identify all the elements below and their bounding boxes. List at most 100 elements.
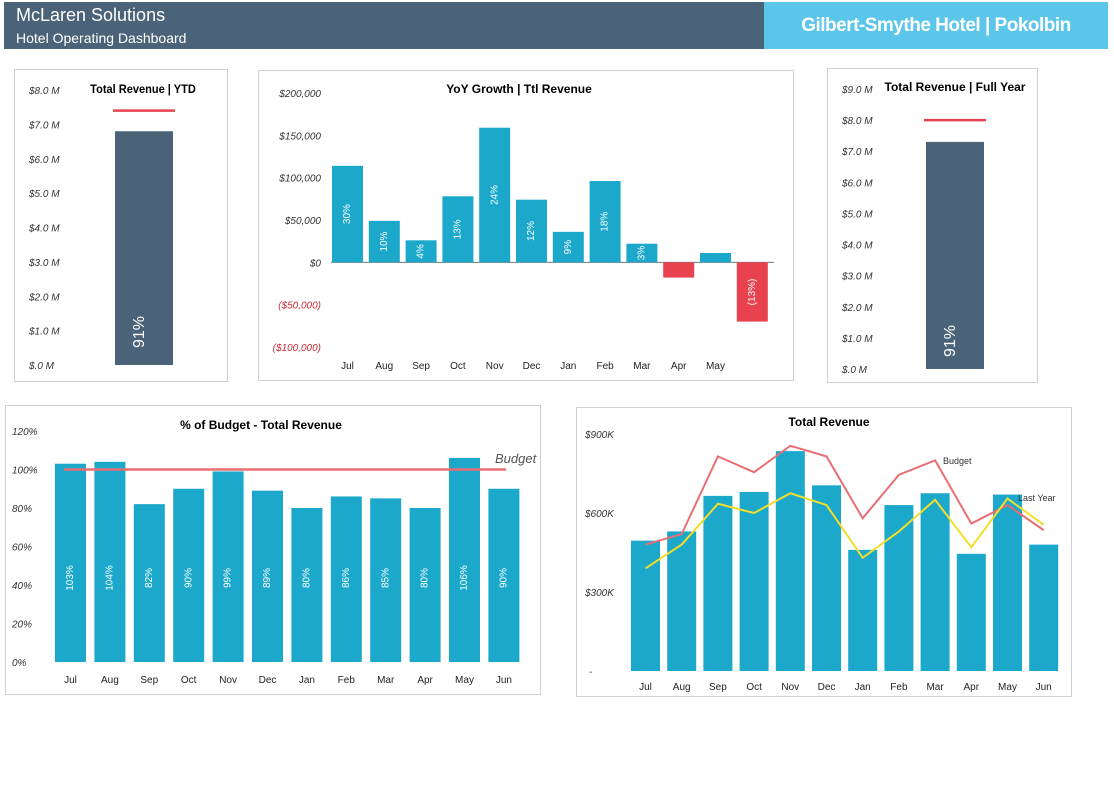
total-revenue-x-label: Feb [890,682,908,693]
yoy-y-tick: $200,000 [278,89,321,100]
budget-percent-x-label: Aug [101,675,119,686]
yoy-x-label: Jul [341,361,354,372]
total-revenue-panel: Total Revenue $900K $600K $300K - Budget Last… [576,407,1072,697]
ytd-y-tick: $2.0 M [28,292,60,303]
yoy-x-label: Sep [412,361,430,372]
yoy-y-tick: $100,000 [278,174,321,185]
budget-percent-bar-label: 103% [65,565,76,591]
total-revenue-x-label: Jan [855,682,871,693]
yoy-bar-label: 13% [453,219,464,239]
budget-percent-bar [212,471,244,662]
fullyear-y-tick: $6.0 M [841,178,873,189]
total-revenue-bar [812,485,841,671]
ytd-y-tick: $4.0 M [28,224,60,235]
fullyear-chart-title: Total Revenue | Full Year [885,80,1026,94]
ytd-y-tick: $.0 M [28,361,55,372]
total-revenue-budget-label: Budget [943,456,972,466]
budget-percent-y-tick: 20% [11,620,32,631]
ytd-revenue-panel: Total Revenue | YTD $8.0 M $7.0 M $6.0 M $5… [14,69,228,382]
budget-percent-panel: % of Budget - Total Revenue 120% 100% 80% 6… [5,405,541,695]
budget-percent-bar-label: 99% [223,568,234,588]
yoy-bar-label: 12% [526,221,537,241]
yoy-bar [663,262,695,278]
budget-percent-y-tick: 0% [12,658,27,669]
total-revenue-bar [920,493,950,671]
yoy-bar-label: 30% [342,204,353,224]
budget-percent-bar-label: 90% [499,568,510,588]
yoy-x-label: Aug [375,361,393,372]
total-revenue-x-label: Jul [639,682,652,693]
ytd-y-tick: $3.0 M [28,258,60,269]
fullyear-y-tick: $5.0 M [841,209,873,220]
fullyear-y-tick: $3.0 M [841,272,873,283]
budget-percent-x-label: Nov [219,675,237,686]
yoy-y-tick: $0 [309,258,322,269]
budget-percent-y-tick: 40% [12,581,32,592]
total-revenue-x-label: Jun [1036,682,1052,693]
budget-percent-y-tick: 100% [12,466,38,477]
yoy-bar-label: 3% [637,246,648,261]
budget-percent-x-label: Feb [338,675,356,686]
total-revenue-bar [703,495,733,671]
total-revenue-lastyear-label: Last Year [1018,493,1056,503]
budget-percent-bar-label: 104% [105,565,116,591]
ytd-bar-label: 91% [131,316,148,348]
yoy-y-tick: $150,000 [278,131,321,142]
yoy-y-tick: $50,000 [284,216,322,227]
fullyear-y-tick: $7.0 M [841,147,873,158]
fullyear-y-tick: $9.0 M [841,85,873,96]
total-revenue-y-tick: $600K [584,509,615,520]
budget-percent-x-label: Oct [181,675,197,686]
total-revenue-x-label: Mar [926,682,944,693]
fullyear-revenue-chart: Total Revenue | Full Year $9.0 M $8.0 M $7… [841,80,1026,376]
budget-percent-bar-label: 80% [420,568,431,588]
fullyear-y-tick: $1.0 M [841,334,873,345]
budget-percent-title: % of Budget - Total Revenue [180,418,342,432]
total-revenue-bar [775,451,805,671]
budget-percent-x-label: Mar [377,675,395,686]
total-revenue-title: Total Revenue [788,415,869,429]
yoy-bar-label: 10% [379,231,390,251]
budget-percent-bar [55,463,86,662]
ytd-chart-title: Total Revenue | YTD [90,84,196,96]
total-revenue-y-tick: - [589,667,593,678]
yoy-chart-title: YoY Growth | Ttl Revenue [446,82,592,96]
yoy-growth-panel: YoY Growth | Ttl Revenue $200,000 $150,00… [258,70,794,381]
total-revenue-y-tick: $900K [584,430,615,441]
yoy-bar-label: 18% [600,212,611,232]
yoy-bar-label: 9% [563,240,574,255]
total-revenue-x-label: Aug [673,682,691,693]
yoy-bar [700,253,731,263]
budget-percent-bar-label: 85% [380,568,391,588]
yoy-x-label: Jan [560,361,576,372]
total-revenue-y-tick: $300K [584,588,615,599]
total-revenue-bar [993,494,1022,671]
total-revenue-x-label: Dec [818,682,836,693]
total-revenue-bar [848,549,878,671]
total-revenue-x-label: May [998,682,1017,693]
budget-percent-x-label: Jun [496,675,512,686]
total-revenue-bar [1029,544,1059,671]
yoy-growth-chart: YoY Growth | Ttl Revenue $200,000 $150,00… [273,82,774,372]
fullyear-y-tick: $8.0 M [841,116,873,127]
fullyear-bar-label: 91% [942,325,959,357]
total-revenue-bar [956,553,986,671]
yoy-x-label: Mar [633,361,651,372]
yoy-bar-label: (13%) [747,279,758,306]
header-bar: McLaren Solutions Hotel Operating Dashbo… [4,2,764,49]
ytd-y-tick: $6.0 M [28,155,60,166]
yoy-x-label: Dec [523,361,541,372]
budget-percent-bar-label: 86% [341,568,352,588]
yoy-x-label: Apr [671,361,687,372]
yoy-y-tick: ($50,000) [278,301,321,312]
fullyear-y-tick: $.0 M [841,365,868,376]
total-revenue-x-label: Nov [781,682,799,693]
total-revenue-bar [631,540,660,671]
budget-percent-x-label: Dec [259,675,277,686]
yoy-y-tick: ($100,000) [273,343,321,354]
company-name: McLaren Solutions [16,5,166,25]
hotel-banner: Gilbert-Smythe Hotel | Pokolbin [764,2,1108,49]
fullyear-revenue-panel: Total Revenue | Full Year $9.0 M $8.0 M $7… [827,68,1038,383]
ytd-y-tick: $5.0 M [28,189,60,200]
total-revenue-x-label: Sep [709,682,727,693]
